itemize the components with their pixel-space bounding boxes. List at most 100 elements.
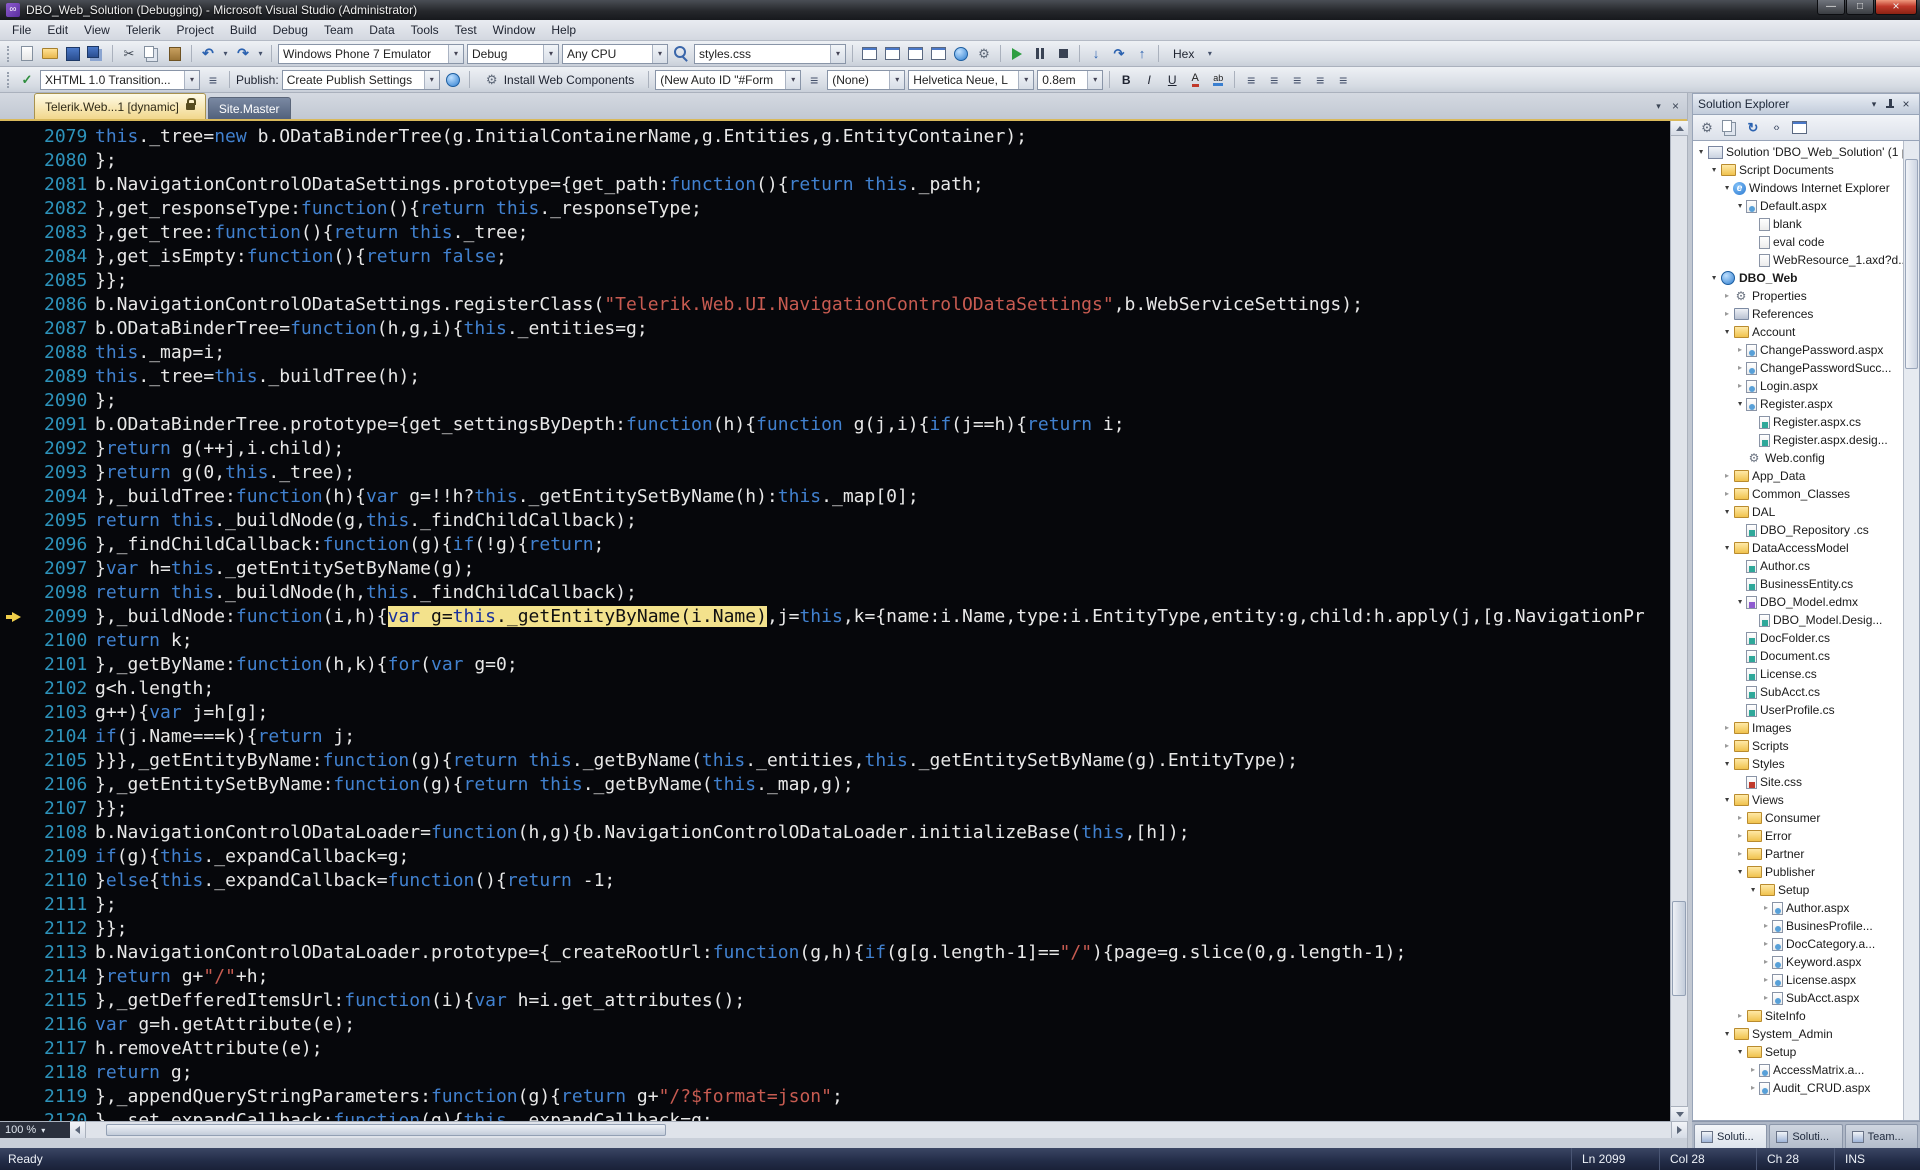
- code-line[interactable]: 2095return this._buildNode(g,this._findC…: [0, 509, 1670, 533]
- tree-item[interactable]: ▸DAL: [1693, 503, 1903, 521]
- breakpoint-margin[interactable]: [0, 317, 30, 341]
- code-line[interactable]: 2105}}},_getEntityByName:function(g){ret…: [0, 749, 1670, 773]
- tree-item[interactable]: eval code: [1693, 233, 1903, 251]
- breakpoint-margin[interactable]: [0, 389, 30, 413]
- horizontal-scroll-thumb[interactable]: [106, 1124, 666, 1136]
- code-line[interactable]: 2104if(j.Name===k){return j;: [0, 725, 1670, 749]
- breakpoint-margin[interactable]: [0, 365, 30, 389]
- expand-arrow-icon[interactable]: ▸: [1721, 287, 1733, 305]
- properties-button[interactable]: [1697, 118, 1717, 138]
- code-line[interactable]: 2090};: [0, 389, 1670, 413]
- tree-item[interactable]: ▸Views: [1693, 791, 1903, 809]
- tree-item[interactable]: ▸Error: [1693, 827, 1903, 845]
- code-line[interactable]: 2118return g;: [0, 1061, 1670, 1085]
- code-line[interactable]: 2097}var h=this._getEntitySetByName(g);: [0, 557, 1670, 581]
- code-line[interactable]: 2112}};: [0, 917, 1670, 941]
- tree-item[interactable]: ▸Login.aspx: [1693, 377, 1903, 395]
- view-code-button[interactable]: [1766, 118, 1786, 138]
- maximize-button[interactable]: [1846, 0, 1874, 15]
- menu-item-help[interactable]: Help: [543, 21, 584, 39]
- underline-button[interactable]: U: [1162, 70, 1182, 90]
- breakpoint-margin[interactable]: [0, 533, 30, 557]
- chevron-down-icon[interactable]: [652, 45, 667, 63]
- paste-button[interactable]: [165, 44, 185, 64]
- expand-arrow-icon[interactable]: ▸: [1747, 1061, 1759, 1079]
- code-line[interactable]: 2091b.ODataBinderTree.prototype={get_set…: [0, 413, 1670, 437]
- undo-button[interactable]: [198, 44, 218, 64]
- close-panel-button[interactable]: [1898, 97, 1914, 112]
- device-combo[interactable]: Windows Phone 7 Emulator: [278, 44, 464, 64]
- step-into-button[interactable]: [1086, 44, 1106, 64]
- menu-item-build[interactable]: Build: [222, 21, 265, 39]
- breakpoint-margin[interactable]: [0, 989, 30, 1013]
- code-line[interactable]: 2096},_findChildCallback:function(g){if(…: [0, 533, 1670, 557]
- tree-item[interactable]: ▸Styles: [1693, 755, 1903, 773]
- tree-item[interactable]: UserProfile.cs: [1693, 701, 1903, 719]
- tree-item[interactable]: ▸Register.aspx: [1693, 395, 1903, 413]
- step-out-button[interactable]: [1132, 44, 1152, 64]
- breakpoint-margin[interactable]: [0, 173, 30, 197]
- chevron-down-icon[interactable]: [1018, 71, 1033, 89]
- code-line[interactable]: 2110}else{this._expandCallback=function(…: [0, 869, 1670, 893]
- install-web-components-button[interactable]: Install Web Components: [476, 70, 643, 90]
- tree-item[interactable]: ▸License.aspx: [1693, 971, 1903, 989]
- tool-window-tab[interactable]: Team...: [1845, 1124, 1918, 1148]
- expand-arrow-icon[interactable]: ▸: [1734, 845, 1746, 863]
- tree-item[interactable]: ▸Properties: [1693, 287, 1903, 305]
- tree-item[interactable]: ▸Script Documents: [1693, 161, 1903, 179]
- validation-target-combo[interactable]: XHTML 1.0 Transition...: [40, 70, 200, 90]
- code-line[interactable]: 2119},_appendQueryStringParameters:funct…: [0, 1085, 1670, 1109]
- breakpoint-margin[interactable]: [0, 725, 30, 749]
- platform-combo[interactable]: Any CPU: [562, 44, 668, 64]
- breakpoint-margin[interactable]: [0, 461, 30, 485]
- scroll-left-arrow[interactable]: [70, 1122, 86, 1138]
- code-line[interactable]: 2088this._map=i;: [0, 341, 1670, 365]
- tree-item[interactable]: ▸DBO_Web: [1693, 269, 1903, 287]
- tree-item[interactable]: ▸Consumer: [1693, 809, 1903, 827]
- style-application-button[interactable]: [804, 70, 824, 90]
- expand-arrow-icon[interactable]: ▸: [1721, 719, 1733, 737]
- redo-button[interactable]: [233, 44, 253, 64]
- code-line[interactable]: 2099},_buildNode:function(i,h){var g=thi…: [0, 605, 1670, 629]
- font-family-combo[interactable]: Helvetica Neue, L: [908, 70, 1034, 90]
- save-button[interactable]: [63, 44, 83, 64]
- publish-button[interactable]: [443, 70, 463, 90]
- code-line[interactable]: 2080};: [0, 149, 1670, 173]
- tree-item[interactable]: ▸BusinesProfile...: [1693, 917, 1903, 935]
- breakpoint-margin[interactable]: [0, 869, 30, 893]
- code-area[interactable]: 2079this._tree=new b.ODataBinderTree(g.I…: [0, 121, 1670, 1121]
- editor-horizontal-scrollbar[interactable]: [70, 1122, 1687, 1138]
- cut-button[interactable]: [119, 44, 139, 64]
- code-line[interactable]: 2103g++){var j=h[g];: [0, 701, 1670, 725]
- scroll-up-arrow[interactable]: [1671, 121, 1688, 136]
- configuration-combo[interactable]: Debug: [467, 44, 559, 64]
- code-line[interactable]: 2107}};: [0, 797, 1670, 821]
- font-color-button[interactable]: [1185, 70, 1205, 90]
- breakpoint-margin[interactable]: [0, 413, 30, 437]
- tree-item[interactable]: ▸Account: [1693, 323, 1903, 341]
- new-file-button[interactable]: [17, 44, 37, 64]
- breakpoint-margin[interactable]: [0, 749, 30, 773]
- browse-with-button[interactable]: [951, 44, 971, 64]
- code-line[interactable]: 2101},_getByName:function(h,k){for(var g…: [0, 653, 1670, 677]
- code-line[interactable]: 2082},get_responseType:function(){return…: [0, 197, 1670, 221]
- break-all-button[interactable]: [1030, 44, 1050, 64]
- breakpoint-margin[interactable]: [0, 701, 30, 725]
- tree-item[interactable]: ▸ChangePassword.aspx: [1693, 341, 1903, 359]
- code-line[interactable]: 2081b.NavigationControlODataSettings.pro…: [0, 173, 1670, 197]
- tree-item[interactable]: ▸Default.aspx: [1693, 197, 1903, 215]
- stop-debugging-button[interactable]: [1053, 44, 1073, 64]
- expand-arrow-icon[interactable]: ▸: [1721, 485, 1733, 503]
- expand-arrow-icon[interactable]: ▸: [1760, 917, 1772, 935]
- toolbar-grip[interactable]: [7, 46, 11, 62]
- hex-button[interactable]: Hex: [1165, 44, 1202, 64]
- code-line[interactable]: 2115},_getDefferedItemsUrl:function(i){v…: [0, 989, 1670, 1013]
- chevron-down-icon[interactable]: [830, 45, 845, 63]
- code-line[interactable]: 2114}return g+"/"+h;: [0, 965, 1670, 989]
- active-files-dropdown[interactable]: [1651, 99, 1666, 114]
- code-editor[interactable]: 2079this._tree=new b.ODataBinderTree(g.I…: [0, 119, 1687, 1121]
- expand-arrow-icon[interactable]: ▸: [1734, 827, 1746, 845]
- auto-hide-pin-button[interactable]: [1882, 97, 1898, 112]
- expand-arrow-icon[interactable]: ▸: [1760, 899, 1772, 917]
- menu-item-data[interactable]: Data: [361, 21, 402, 39]
